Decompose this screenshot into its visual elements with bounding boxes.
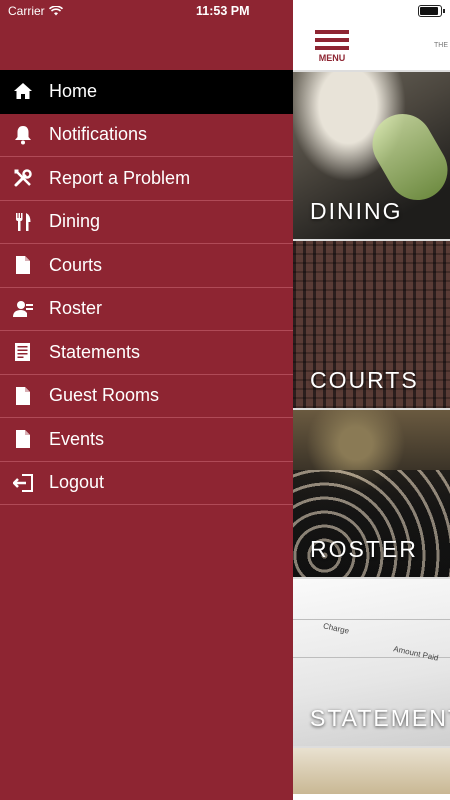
utensils-icon <box>12 211 34 233</box>
menu-item-statements[interactable]: Statements <box>0 331 293 375</box>
tile-label: ROSTER <box>310 536 418 562</box>
tools-icon <box>12 167 34 189</box>
menu-item-home[interactable]: Home <box>0 70 293 114</box>
navigation-drawer: Carrier 11:53 PM Home Notifications Repo… <box>0 0 293 800</box>
menu-item-events[interactable]: Events <box>0 418 293 462</box>
brand-fragment: THE <box>434 42 448 49</box>
document-icon <box>12 254 34 276</box>
bell-icon <box>12 124 34 146</box>
menu-item-label: Report a Problem <box>49 167 191 188</box>
menu-item-courts[interactable]: Courts <box>0 244 293 288</box>
menu-item-dining[interactable]: Dining <box>0 201 293 244</box>
top-bar: MENU THE <box>293 0 450 70</box>
menu-button[interactable]: MENU <box>315 30 349 63</box>
menu-item-label: Notifications <box>49 124 148 145</box>
battery-icon <box>418 5 445 17</box>
logout-icon <box>12 472 34 494</box>
tile-statements[interactable]: Charge Amount Paid STATEMENTS <box>293 577 450 746</box>
main-content-peek: MENU THE DINING COURTS ROSTER Charge Amo… <box>293 0 450 800</box>
hamburger-bar <box>315 46 349 50</box>
menu-button-label: MENU <box>318 53 346 63</box>
tile-label: COURTS <box>310 367 419 393</box>
menu-item-label: Events <box>49 428 105 449</box>
document-icon <box>12 428 34 450</box>
statement-line <box>293 619 450 620</box>
menu-item-label: Home <box>49 80 98 101</box>
menu-item-label: Courts <box>49 254 103 275</box>
food-image <box>361 103 450 211</box>
home-icon <box>12 80 34 102</box>
wifi-icon <box>48 6 63 16</box>
statement-icon <box>12 341 34 363</box>
menu-item-label: Dining <box>49 211 101 232</box>
tile-courts[interactable]: COURTS <box>293 239 450 408</box>
menu-item-logout[interactable]: Logout <box>0 462 293 505</box>
hamburger-bar <box>315 38 349 42</box>
tile-label: STATEMENTS <box>310 705 450 731</box>
document-icon <box>12 385 34 407</box>
tile-guest-rooms[interactable] <box>293 746 450 794</box>
status-time: 11:53 PM <box>196 4 250 18</box>
hamburger-icon <box>315 30 349 34</box>
menu-item-guest-rooms[interactable]: Guest Rooms <box>0 375 293 418</box>
carrier-label: Carrier <box>8 4 45 18</box>
menu-item-label: Statements <box>49 341 141 362</box>
statement-amount-text: Amount Paid <box>392 644 440 663</box>
carrier-indicator: Carrier <box>8 4 63 18</box>
status-bar: Carrier 11:53 PM <box>0 0 293 22</box>
menu-item-roster[interactable]: Roster <box>0 288 293 331</box>
tile-label: DINING <box>310 198 403 224</box>
menu-item-label: Guest Rooms <box>49 385 160 406</box>
tile-dining[interactable]: DINING <box>293 70 450 239</box>
drawer-menu: Home Notifications Report a Problem Dini… <box>0 70 293 505</box>
tile-roster[interactable]: ROSTER <box>293 408 450 577</box>
menu-item-report-problem[interactable]: Report a Problem <box>0 157 293 201</box>
statement-charge-text: Charge <box>322 621 350 636</box>
roster-icon <box>12 298 34 320</box>
menu-item-notifications[interactable]: Notifications <box>0 114 293 157</box>
menu-item-label: Roster <box>49 298 103 319</box>
menu-item-label: Logout <box>49 472 105 493</box>
